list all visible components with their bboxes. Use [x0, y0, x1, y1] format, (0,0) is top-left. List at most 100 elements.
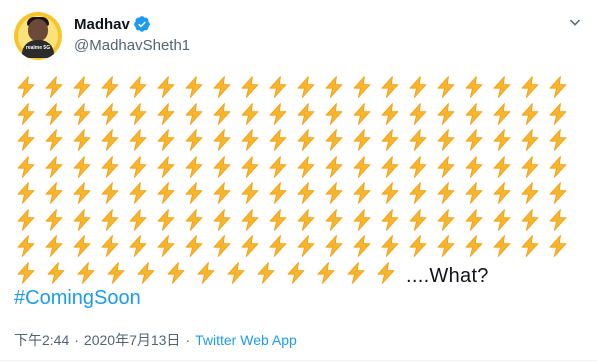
- lightning-bolt-icon: [98, 74, 126, 100]
- lightning-bolt-icon: [238, 74, 266, 100]
- lightning-bolt-icon: [322, 74, 350, 100]
- lightning-bolt-icon: [194, 260, 224, 286]
- lightning-bolt-icon: [14, 154, 42, 180]
- lightning-bolt-icon: [154, 101, 182, 127]
- lightning-bolt-icon: [546, 154, 574, 180]
- lightning-bolt-icon: [254, 260, 284, 286]
- chevron-down-icon[interactable]: [566, 14, 584, 32]
- lightning-bolt-icon: [238, 154, 266, 180]
- lightning-bolt-icon: [266, 154, 294, 180]
- divider: [0, 360, 597, 361]
- lightning-bolt-icon: [266, 180, 294, 206]
- lightning-bolt-icon: [462, 154, 490, 180]
- lightning-bolt-icon: [98, 180, 126, 206]
- lightning-bolt-icon: [322, 154, 350, 180]
- lightning-bolt-icon: [70, 180, 98, 206]
- lightning-bolt-icon: [462, 233, 490, 259]
- lightning-bolt-icon: [126, 233, 154, 259]
- lightning-bolt-icon: [210, 101, 238, 127]
- lightning-bolt-icon: [294, 233, 322, 259]
- lightning-bolt-icon: [294, 207, 322, 233]
- lightning-bolt-icon: [42, 154, 70, 180]
- bolt-line: [14, 74, 574, 101]
- lightning-bolt-icon: [238, 207, 266, 233]
- bolt-line: [14, 101, 574, 128]
- lightning-bolt-icon: [266, 74, 294, 100]
- lightning-bolt-icon: [182, 127, 210, 153]
- lightning-bolt-icon: [104, 260, 134, 286]
- tweet-meta: 下午2:44 · 2020年7月13日 · Twitter Web App: [14, 330, 297, 350]
- lightning-bolt-icon: [266, 127, 294, 153]
- lightning-bolt-icon: [350, 101, 378, 127]
- lightning-bolt-icon: [210, 180, 238, 206]
- display-name[interactable]: Madhav: [74, 16, 130, 33]
- lightning-bolt-icon: [182, 74, 210, 100]
- lightning-bolt-icon: [210, 127, 238, 153]
- lightning-bolt-icon: [546, 101, 574, 127]
- lightning-bolt-icon: [70, 207, 98, 233]
- lightning-bolt-icon: [406, 154, 434, 180]
- lightning-bolt-icon: [14, 207, 42, 233]
- lightning-bolt-icon: [518, 233, 546, 259]
- lightning-bolt-icon: [14, 74, 42, 100]
- lightning-bolt-icon: [434, 207, 462, 233]
- lightning-bolt-icon: [154, 180, 182, 206]
- lightning-bolt-icon: [154, 154, 182, 180]
- lightning-bolt-icon: [322, 180, 350, 206]
- lightning-bolt-icon: [490, 233, 518, 259]
- lightning-bolt-icon: [546, 207, 574, 233]
- lightning-bolt-icon: [350, 180, 378, 206]
- avatar[interactable]: realme 5G: [14, 12, 62, 60]
- lightning-bolt-icon: [70, 154, 98, 180]
- lightning-bolt-icon: [126, 74, 154, 100]
- lightning-bolt-icon: [350, 74, 378, 100]
- lightning-bolt-icon: [434, 180, 462, 206]
- lightning-bolt-icon: [350, 154, 378, 180]
- tweet-card: realme 5G Madhav @MadhavSheth1 ....What?…: [0, 0, 597, 362]
- lightning-bolt-icon: [98, 207, 126, 233]
- lightning-bolt-icon: [238, 180, 266, 206]
- trailing-text: ....What?: [406, 264, 489, 287]
- lightning-bolt-icon: [490, 101, 518, 127]
- bolt-line: [14, 127, 574, 154]
- lightning-bolt-icon: [490, 180, 518, 206]
- lightning-bolt-icon: [182, 233, 210, 259]
- lightning-bolt-icon: [266, 207, 294, 233]
- lightning-bolt-icon: [406, 233, 434, 259]
- lightning-bolt-icon: [462, 180, 490, 206]
- bolt-line: [14, 154, 574, 181]
- lightning-bolt-icon: [434, 101, 462, 127]
- lightning-bolt-icon: [42, 207, 70, 233]
- lightning-bolt-icon: [378, 180, 406, 206]
- lightning-bolt-icon: [294, 74, 322, 100]
- lightning-bolt-icon: [294, 180, 322, 206]
- lightning-bolt-icon: [546, 180, 574, 206]
- tweet-header: realme 5G Madhav @MadhavSheth1: [14, 12, 584, 60]
- tweet-time[interactable]: 下午2:44: [14, 330, 69, 350]
- lightning-bolt-icon: [322, 207, 350, 233]
- lightning-bolt-icon: [14, 127, 42, 153]
- lightning-bolt-icon: [322, 101, 350, 127]
- author-handle[interactable]: @MadhavSheth1: [74, 37, 190, 54]
- lightning-bolt-icon: [98, 233, 126, 259]
- lightning-bolt-icon: [294, 127, 322, 153]
- lightning-bolt-icon: [406, 180, 434, 206]
- lightning-bolt-icon: [406, 74, 434, 100]
- bolt-line: [14, 180, 574, 207]
- lightning-bolt-icon: [462, 127, 490, 153]
- verified-badge-icon: [133, 15, 151, 33]
- lightning-bolt-icon: [490, 154, 518, 180]
- lightning-bolt-icon: [238, 233, 266, 259]
- hashtag-link[interactable]: #ComingSoon: [14, 287, 141, 310]
- tweet-date[interactable]: 2020年7月13日: [84, 330, 181, 350]
- source-link[interactable]: Twitter Web App: [195, 332, 297, 348]
- lightning-bolt-icon: [210, 154, 238, 180]
- lightning-bolt-icon: [462, 101, 490, 127]
- lightning-bolt-icon: [434, 233, 462, 259]
- lightning-bolt-icon: [518, 74, 546, 100]
- lightning-bolt-icon: [98, 101, 126, 127]
- tweet-text: ....What?: [14, 74, 574, 287]
- lightning-bolt-icon: [294, 101, 322, 127]
- lightning-bolt-icon: [350, 127, 378, 153]
- lightning-bolt-icon: [322, 127, 350, 153]
